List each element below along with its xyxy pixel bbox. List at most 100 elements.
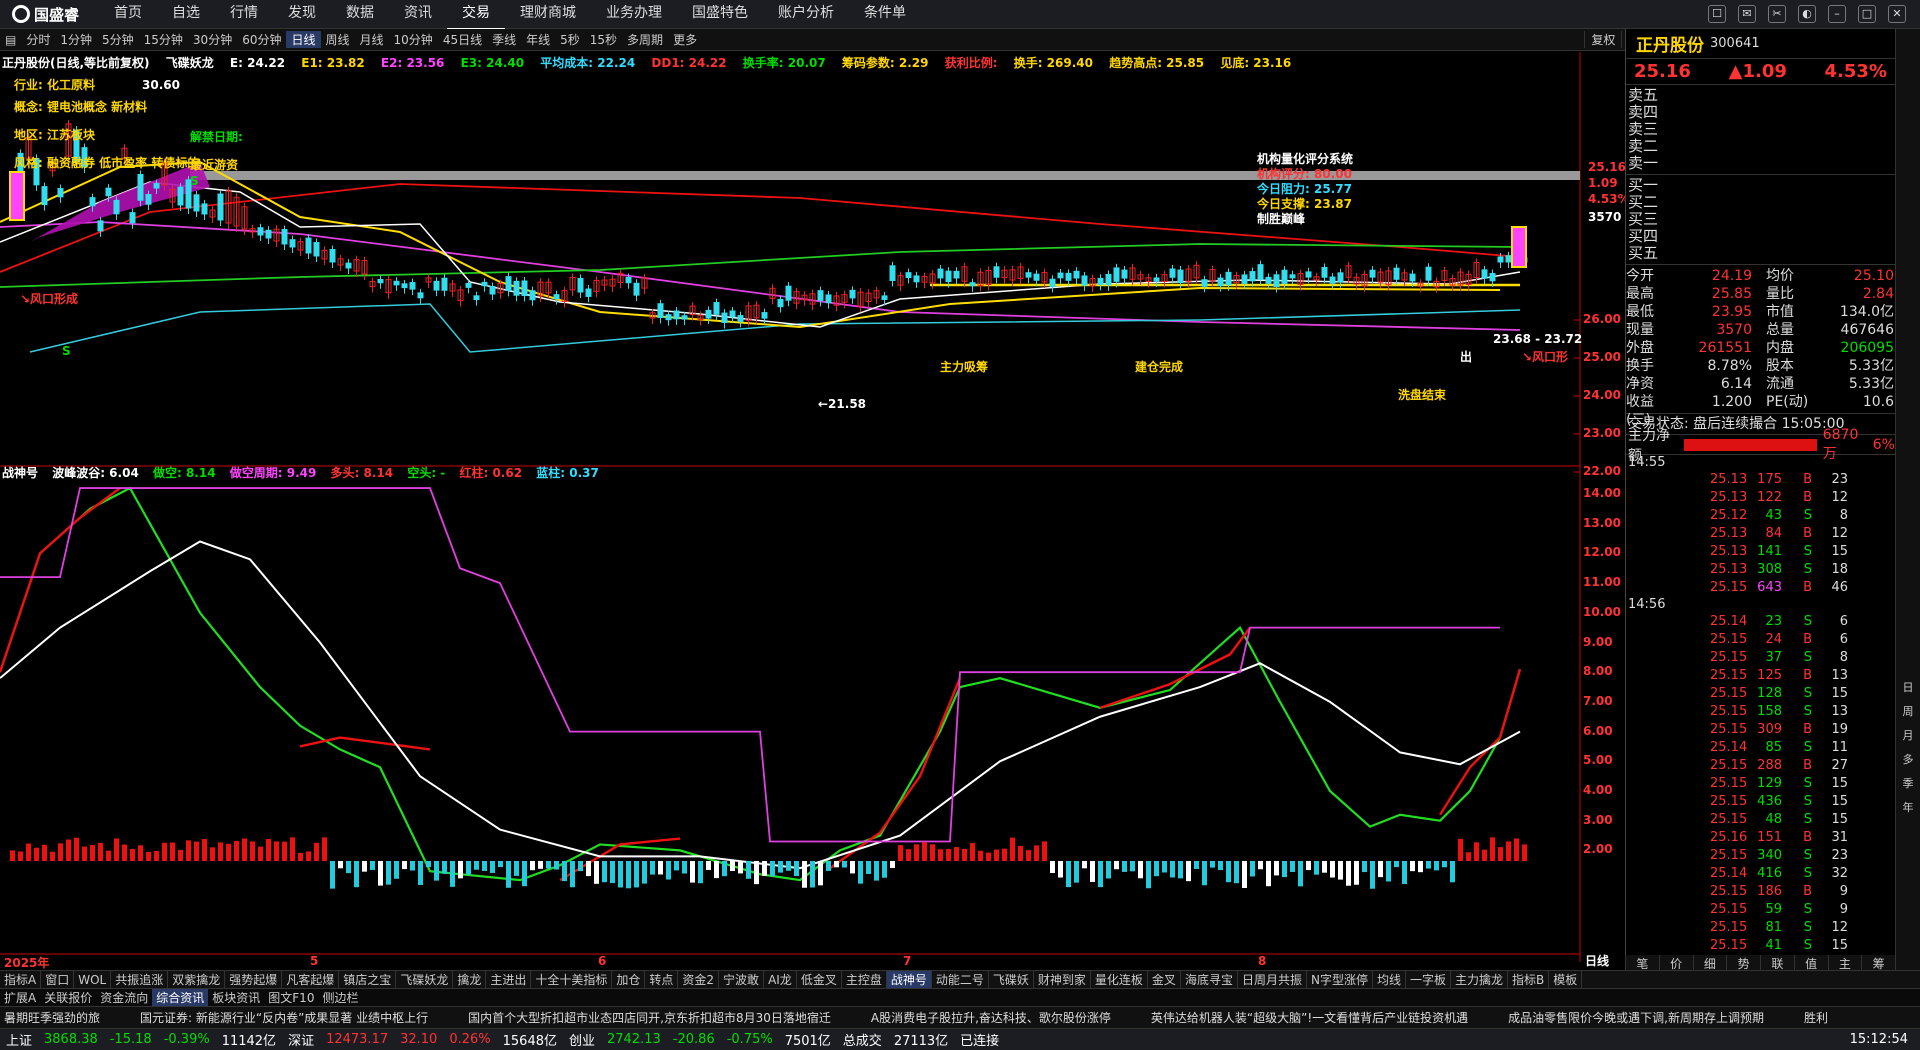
indicator-tab[interactable]: 日周月共振 — [1238, 971, 1307, 988]
orderbook-buy-level[interactable]: 买一 — [1628, 177, 1895, 194]
news-item[interactable]: 成品油零售限价今晚或遇下调,新周期存上调预期 — [1508, 1009, 1764, 1026]
indicator-tab[interactable]: 财神到家 — [1034, 971, 1091, 988]
quote-tab[interactable]: 主 — [1827, 955, 1862, 971]
info-tab[interactable]: 资金流向 — [96, 989, 152, 1006]
mail-icon[interactable]: ✉ — [1738, 5, 1756, 23]
news-item[interactable]: 英伟达给机器人装“超级大脑”!一文看懂背后产业链投资机遇 — [1151, 1009, 1468, 1026]
indicator-tab[interactable]: 镇店之宝 — [339, 971, 397, 988]
nav-item[interactable]: 账户分析 — [763, 0, 849, 30]
orderbook-sell-level[interactable]: 卖二 — [1628, 138, 1895, 155]
chart-title[interactable]: 正丹股份(日线,等比前复权) — [2, 56, 150, 70]
indicator-tab[interactable]: 主控盘 — [842, 971, 887, 988]
indicator-tab[interactable]: AI龙 — [764, 971, 797, 988]
indicator-tab[interactable]: 主进出 — [486, 971, 532, 988]
period-tab[interactable]: 45日线 — [438, 31, 487, 48]
side-tab[interactable]: 多 — [1896, 751, 1920, 767]
indicator-tab[interactable]: 均线 — [1373, 971, 1406, 988]
cy-label[interactable]: 创业 — [569, 1030, 595, 1049]
indicator-tab[interactable]: 宁波敢 — [719, 971, 765, 988]
nav-item[interactable]: 资讯 — [389, 0, 447, 30]
info-tab[interactable]: 侧边栏 — [318, 989, 362, 1006]
indicator-tab[interactable]: 资金2 — [678, 971, 720, 988]
sz-label[interactable]: 深证 — [288, 1030, 314, 1049]
grid-icon[interactable]: ▤ — [0, 33, 21, 47]
indicator-tab[interactable]: 飞碟妖龙 — [396, 971, 454, 988]
nav-item[interactable]: 发现 — [273, 0, 331, 30]
nav-item[interactable]: 国盛特色 — [677, 0, 763, 30]
orderbook-buy-level[interactable]: 买五 — [1628, 245, 1895, 262]
period-tab[interactable]: 多周期 — [622, 31, 668, 48]
message-icon[interactable]: ☐ — [1708, 5, 1726, 23]
period-tab[interactable]: 年线 — [521, 31, 555, 48]
indicator-tab[interactable]: 量化连板 — [1091, 971, 1148, 988]
skin-icon[interactable]: ◐ — [1798, 5, 1816, 23]
nav-item[interactable]: 条件单 — [849, 0, 921, 30]
orderbook-buy-level[interactable]: 买二 — [1628, 194, 1895, 211]
indicator-tab[interactable]: 加仓 — [612, 971, 646, 988]
quote-tab[interactable]: 细 — [1692, 955, 1727, 971]
orderbook-buy-level[interactable]: 买三 — [1628, 211, 1895, 228]
period-tab[interactable]: 日线 — [286, 31, 321, 48]
period-tab[interactable]: 更多 — [668, 31, 702, 48]
info-tab[interactable]: 关联报价 — [40, 989, 96, 1006]
indicator-tab[interactable]: 主力擒龙 — [1451, 971, 1508, 988]
period-tab[interactable]: 15秒 — [585, 31, 622, 48]
indicator-tab[interactable]: 转点 — [645, 971, 679, 988]
info-tab[interactable]: 板块资讯 — [208, 989, 264, 1006]
xaxis-period-label[interactable]: 日线 — [1585, 952, 1609, 969]
info-tab[interactable]: 综合资讯 — [152, 989, 209, 1006]
quote-tab[interactable]: 筹 — [1861, 955, 1895, 971]
close-icon[interactable]: ✕ — [1888, 5, 1906, 23]
indicator-tab[interactable]: 凡客起爆 — [282, 971, 340, 988]
quote-tab[interactable]: 笔 — [1625, 955, 1659, 971]
sub-ind-name[interactable]: 战神号 — [2, 466, 38, 480]
nav-item[interactable]: 首页 — [99, 0, 157, 30]
quote-tab[interactable]: 联 — [1760, 955, 1794, 971]
indicator-name[interactable]: 飞碟妖龙 — [166, 56, 214, 70]
news-item[interactable]: 胜利 — [1804, 1009, 1828, 1026]
quote-tab[interactable]: 价 — [1658, 955, 1693, 971]
info-tab[interactable]: 扩展A — [0, 989, 40, 1006]
indicator-tab[interactable]: WOL — [74, 971, 112, 988]
nav-item[interactable]: 行情 — [215, 0, 273, 30]
quote-tab[interactable]: 值 — [1793, 955, 1828, 971]
side-tab[interactable]: 年 — [1896, 799, 1920, 815]
period-tab[interactable]: 5秒 — [555, 31, 585, 48]
side-tab[interactable]: 周 — [1896, 703, 1920, 719]
news-item[interactable]: 国内首个大型折扣超市业态四店同开,京东折扣超市8月30日落地宿迁 — [468, 1009, 831, 1026]
side-tab[interactable]: 日 — [1896, 679, 1920, 695]
app-logo[interactable]: 国盛睿 — [0, 4, 99, 25]
toolbar-button[interactable]: 复权 — [1584, 31, 1621, 48]
chart-area[interactable]: 正丹股份(日线,等比前复权) 飞碟妖龙 E: 24.22 E1: 23.82 E… — [0, 52, 1630, 970]
indicator-tab[interactable]: 动能二号 — [932, 971, 989, 988]
indicator-tab[interactable]: 一字板 — [1406, 971, 1451, 988]
period-tab[interactable]: 周线 — [321, 31, 355, 48]
stock-name[interactable]: 正丹股份 — [1636, 31, 1704, 56]
indicator-tab[interactable]: 共振追涨 — [111, 971, 169, 988]
orderbook-sell-level[interactable]: 卖五 — [1628, 87, 1895, 104]
info-tab[interactable]: 图文F10 — [264, 989, 318, 1006]
period-tab[interactable]: 1分钟 — [55, 31, 97, 48]
minimize-icon[interactable]: – — [1828, 5, 1846, 23]
indicator-tab[interactable]: 指标B — [1508, 971, 1550, 988]
indicator-tab[interactable]: 擒龙 — [453, 971, 487, 988]
period-tab[interactable]: 15分钟 — [139, 31, 188, 48]
period-tab[interactable]: 5分钟 — [97, 31, 139, 48]
nav-item[interactable]: 数据 — [331, 0, 389, 30]
period-tab[interactable]: 10分钟 — [389, 31, 438, 48]
tools-icon[interactable]: ✂ — [1768, 5, 1786, 23]
period-tab[interactable]: 60分钟 — [237, 31, 286, 48]
quote-tab[interactable]: 势 — [1726, 955, 1760, 971]
indicator-tab[interactable]: 强势起爆 — [225, 971, 283, 988]
nav-item[interactable]: 自选 — [157, 0, 215, 30]
period-tab[interactable]: 30分钟 — [188, 31, 237, 48]
nav-item[interactable]: 业务办理 — [591, 0, 677, 30]
period-tab[interactable]: 月线 — [355, 31, 389, 48]
nav-item[interactable]: 交易 — [447, 0, 506, 30]
news-item[interactable]: 暑期旺季强劲的旅 — [4, 1009, 100, 1026]
indicator-tab[interactable]: 低金叉 — [797, 971, 842, 988]
news-item[interactable]: A股消费电子股拉升,奋达科技、歌尔股份涨停 — [871, 1009, 1111, 1026]
indicator-tab[interactable]: N字型涨停 — [1307, 971, 1373, 988]
orderbook-buy-level[interactable]: 买四 — [1628, 228, 1895, 245]
period-tab[interactable]: 季线 — [487, 31, 521, 48]
